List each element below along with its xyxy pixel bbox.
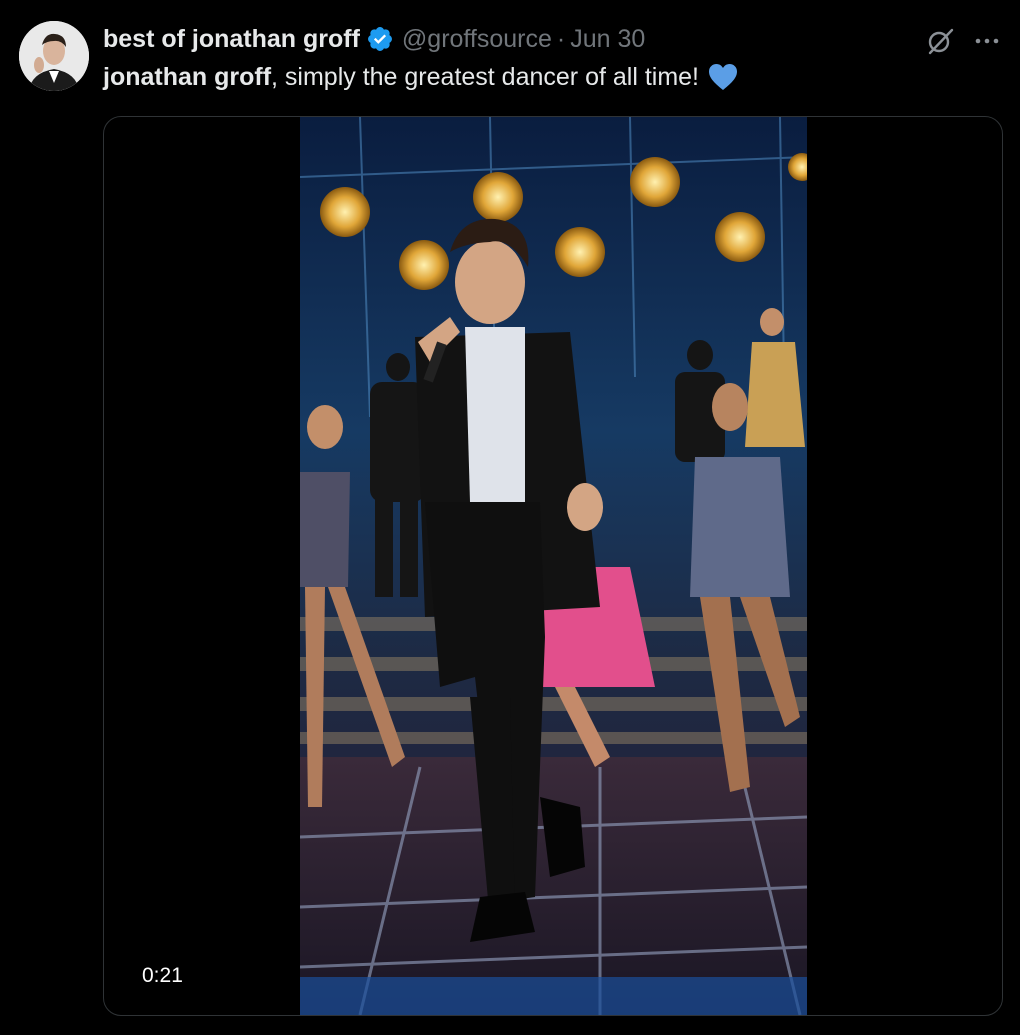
tweet[interactable]: best of jonathan groff @groffsource · Ju… <box>0 0 1020 1035</box>
tweet-header: best of jonathan groff @groffsource · Ju… <box>103 24 645 54</box>
tweet-date[interactable]: Jun 30 <box>570 25 645 54</box>
author-handle[interactable]: @groffsource <box>402 25 552 54</box>
tweet-text-mention: jonathan groff <box>103 62 272 91</box>
verified-badge-icon <box>366 25 394 53</box>
blue-heart-icon <box>707 62 739 92</box>
video-duration: 0:21 <box>136 962 189 990</box>
grok-icon[interactable] <box>925 26 955 56</box>
header-separator: · <box>556 24 566 53</box>
more-options-icon[interactable] <box>970 26 1004 56</box>
video-player[interactable] <box>300 117 807 1015</box>
avatar-photo <box>19 21 89 91</box>
video-frame <box>300 117 807 1015</box>
tweet-text: jonathan groff, simply the greatest danc… <box>103 62 739 92</box>
tweet-text-body: , simply the greatest dancer of all time… <box>271 62 699 91</box>
media-container[interactable]: 0:21 <box>103 116 1003 1016</box>
author-avatar[interactable] <box>19 21 89 91</box>
author-display-name[interactable]: best of jonathan groff <box>103 25 360 54</box>
